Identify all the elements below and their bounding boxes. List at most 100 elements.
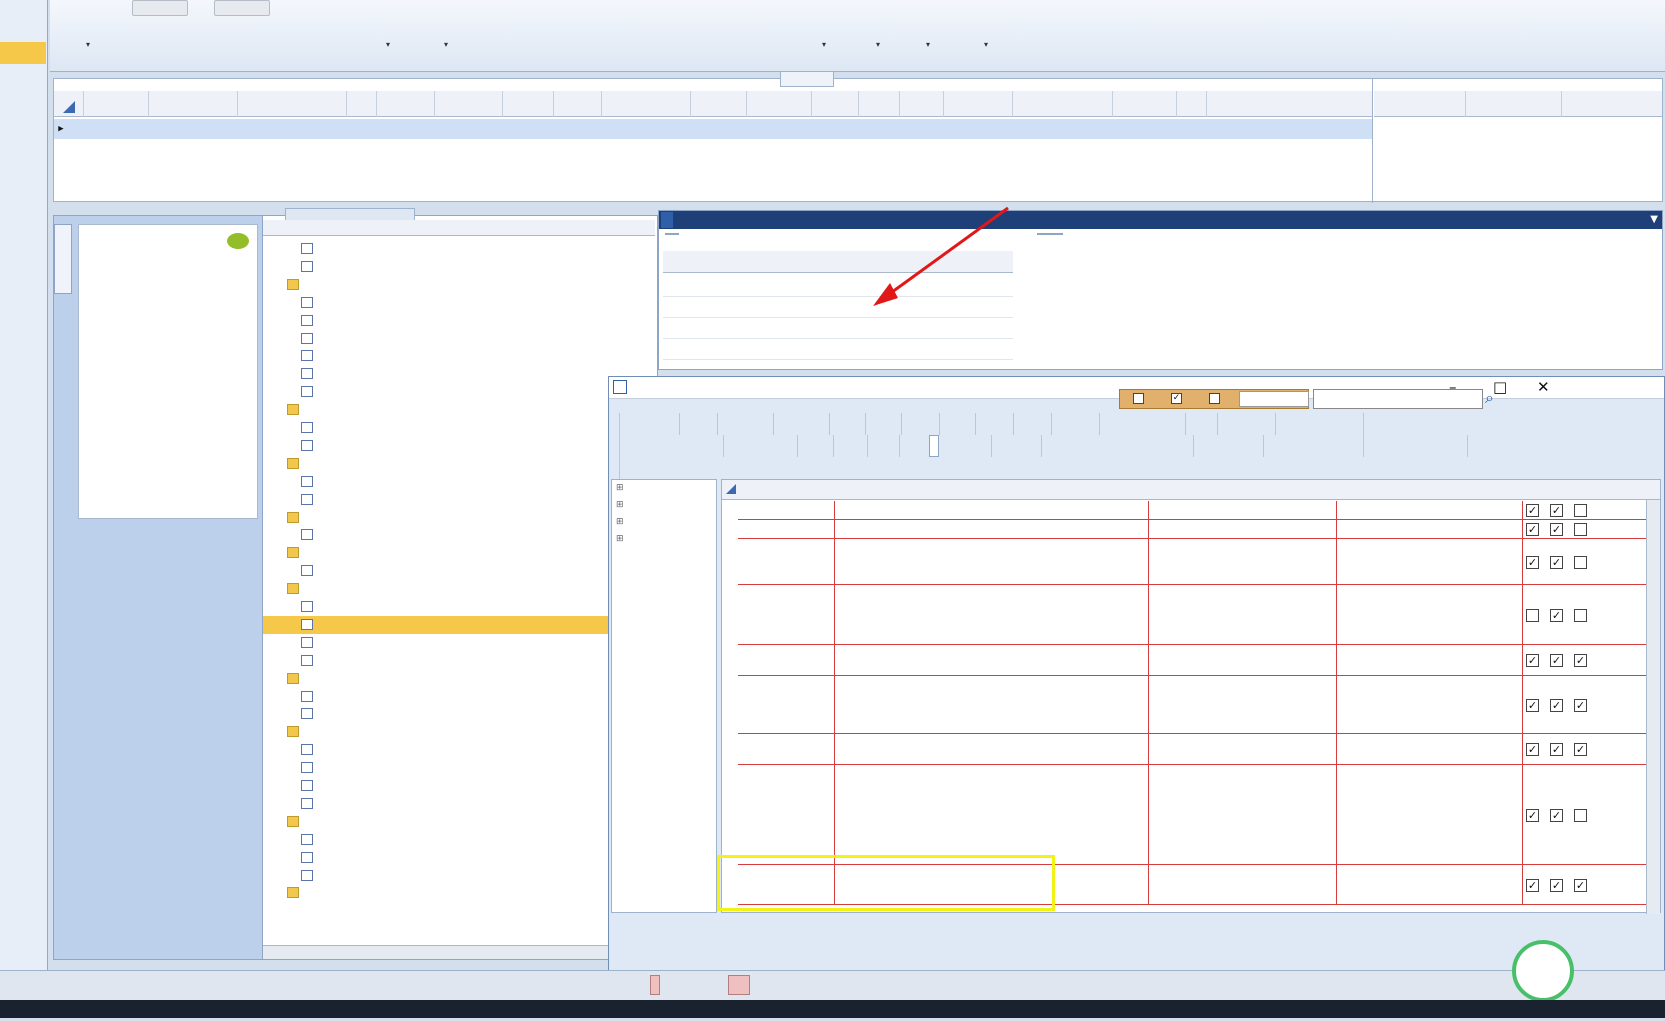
p-checkbox[interactable]: ✓ — [1526, 878, 1539, 892]
spec-tab[interactable] — [1043, 413, 1052, 435]
p-filter-checkbox[interactable] — [1209, 393, 1220, 404]
p-filter-checkbox[interactable]: ✓ — [1171, 393, 1182, 404]
dropdown-arrow-icon[interactable]: ▾ — [386, 40, 390, 49]
expand-icon[interactable]: ⊞ — [616, 483, 624, 493]
table-row[interactable]: ✓ ✓ ✓ — [738, 676, 1658, 734]
p-checkbox[interactable] — [1574, 555, 1587, 569]
vertical-scrollbar[interactable] — [1646, 500, 1660, 914]
tree-row[interactable] — [263, 383, 655, 401]
p-checkbox[interactable]: ✓ — [1526, 654, 1539, 667]
spec-tab[interactable] — [821, 413, 830, 435]
p-checkbox[interactable]: ✓ — [1550, 878, 1563, 892]
nav-item[interactable] — [0, 96, 46, 118]
column-header[interactable] — [1374, 91, 1466, 117]
tree-row[interactable] — [263, 759, 655, 777]
column-header[interactable] — [1013, 91, 1113, 117]
spec-tab[interactable] — [671, 413, 680, 435]
spec-tab[interactable] — [825, 435, 834, 457]
table-row[interactable]: ✓ ✓ — [738, 501, 1658, 520]
dropdown-arrow-icon[interactable]: ▾ — [86, 40, 90, 49]
spec-tab[interactable] — [709, 413, 718, 435]
nav-item[interactable] — [0, 174, 46, 196]
tree-row[interactable] — [263, 509, 655, 527]
column-header[interactable] — [900, 91, 944, 117]
spec-tab[interactable] — [983, 435, 992, 457]
p-checkbox[interactable]: ✓ — [1574, 654, 1587, 667]
chapter-select[interactable] — [1239, 391, 1309, 407]
node-area[interactable] — [78, 224, 258, 519]
tree-row[interactable] — [263, 562, 655, 580]
spec-tab[interactable] — [1255, 435, 1264, 457]
column-header[interactable] — [503, 91, 554, 117]
spec-tab[interactable] — [1177, 413, 1186, 435]
spec-tab[interactable] — [1355, 413, 1364, 435]
p-filter-checkbox[interactable] — [1133, 393, 1144, 404]
nav-item[interactable] — [0, 20, 46, 42]
subtab-basic-params[interactable] — [665, 233, 679, 235]
tree-row[interactable] — [263, 849, 655, 867]
tree-row[interactable] — [263, 365, 655, 383]
spec-tab[interactable] — [611, 413, 620, 435]
search-input[interactable] — [1313, 389, 1483, 409]
column-header[interactable] — [554, 91, 602, 117]
spec-tab[interactable] — [1185, 435, 1194, 457]
spec-tab[interactable] — [931, 413, 940, 435]
p-checkbox[interactable]: ✓ — [1550, 523, 1563, 536]
column-header[interactable] — [347, 91, 377, 117]
tree-row[interactable] — [263, 813, 655, 831]
column-header[interactable] — [149, 91, 238, 117]
tree-row[interactable] — [263, 491, 655, 509]
p-checkbox[interactable]: ✓ — [1550, 808, 1563, 822]
nav-item[interactable] — [0, 122, 46, 144]
column-header[interactable] — [691, 91, 747, 117]
dropdown-arrow-icon[interactable]: ▾ — [444, 40, 448, 49]
table-row[interactable]: ✓ ✓ ✓ — [738, 734, 1658, 765]
tree-row[interactable] — [263, 401, 655, 419]
table-row[interactable]: ✓ ✓ ✓ — [738, 645, 1658, 676]
tree-row[interactable] — [263, 526, 655, 544]
chevron-down-icon[interactable]: ▼ — [1650, 212, 1658, 228]
tree-row[interactable] — [263, 258, 655, 276]
tree-row[interactable] — [263, 670, 655, 688]
spec-tab[interactable] — [1355, 435, 1364, 457]
r-badge[interactable] — [728, 975, 750, 995]
param-row[interactable] — [663, 319, 1013, 339]
p-checkbox[interactable] — [1574, 523, 1587, 536]
column-header[interactable] — [84, 91, 149, 117]
dropdown-arrow-icon[interactable]: ▾ — [926, 40, 930, 49]
p-checkbox[interactable] — [1574, 808, 1587, 822]
nav-item[interactable] — [0, 148, 46, 170]
tree-row[interactable] — [263, 688, 655, 706]
column-header[interactable] — [1177, 91, 1207, 117]
p-checkbox[interactable]: ✓ — [1550, 743, 1563, 756]
param-row[interactable] — [663, 298, 1013, 318]
tree-row[interactable] — [263, 437, 655, 455]
column-header[interactable] — [377, 91, 435, 117]
tree-row[interactable] — [263, 330, 655, 348]
p-checkbox[interactable] — [1574, 608, 1587, 622]
p-checkbox[interactable]: ✓ — [1574, 743, 1587, 756]
expand-icon[interactable]: ⊞ — [616, 517, 624, 527]
tree-row[interactable] — [263, 741, 655, 759]
param-row[interactable] — [663, 277, 1013, 297]
p-checkbox[interactable]: ✓ — [1526, 523, 1539, 536]
table-row[interactable]: ▶ — [54, 119, 1372, 139]
tree-row[interactable] — [263, 634, 655, 652]
tab-process-remark[interactable] — [1037, 233, 1063, 235]
spec-tab[interactable] — [1005, 413, 1014, 435]
tree-row[interactable] — [263, 473, 655, 491]
column-header[interactable] — [238, 91, 347, 117]
spec-tab[interactable] — [765, 413, 774, 435]
p-checkbox[interactable]: ✓ — [1574, 878, 1587, 892]
column-header[interactable] — [859, 91, 900, 117]
nav-item[interactable] — [0, 0, 46, 22]
p-checkbox[interactable]: ✓ — [1550, 555, 1563, 569]
p-checkbox[interactable] — [1574, 504, 1587, 517]
param-row[interactable] — [663, 340, 1013, 360]
p-checkbox[interactable]: ✓ — [1526, 808, 1539, 822]
spec-tab[interactable] — [611, 435, 620, 457]
tree-row[interactable] — [263, 884, 655, 902]
p-checkbox[interactable]: ✓ — [1550, 654, 1563, 667]
spec-tab[interactable] — [789, 435, 798, 457]
p-checkbox[interactable]: ✓ — [1526, 555, 1539, 569]
